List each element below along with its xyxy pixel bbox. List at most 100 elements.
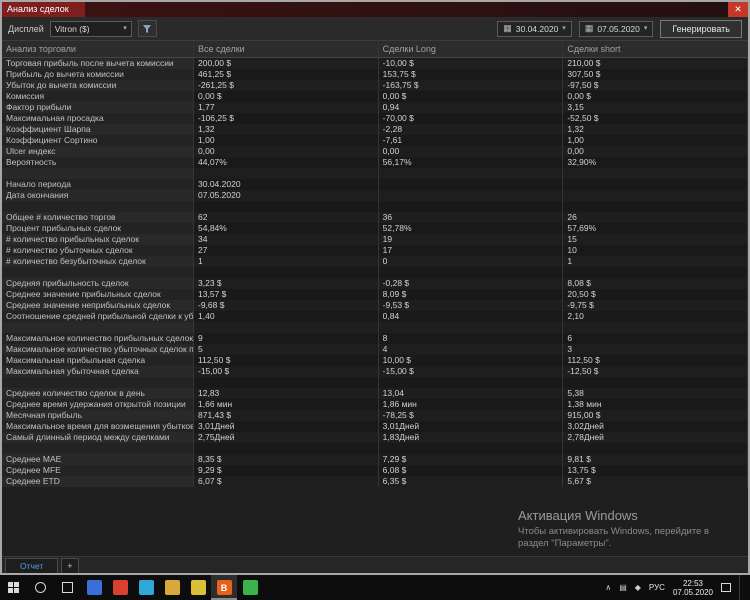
column-header-long[interactable]: Сделки Long [379, 41, 564, 57]
row-label: Среднее ETD [2, 476, 194, 487]
table-row[interactable]: Среднее ETD6,07 $6,35 $5,67 $ [2, 476, 748, 487]
search-button[interactable] [27, 575, 54, 600]
taskbar-app-store[interactable] [133, 575, 159, 600]
table-row[interactable] [2, 201, 748, 212]
row-value: 0,00 [379, 146, 564, 157]
row-value: 1,00 [563, 135, 748, 146]
table-row[interactable]: Месячная прибыль871,43 $-78,25 $915,00 $ [2, 410, 748, 421]
hidden-icons-chevron[interactable]: ∧ [605, 584, 611, 592]
table-row[interactable]: Соотношение средней прибыльной сделки к … [2, 311, 748, 322]
task-view-button[interactable] [54, 575, 81, 600]
table-row[interactable]: # количество прибыльных сделок341915 [2, 234, 748, 245]
row-value: 0 [379, 256, 564, 267]
row-value: 32,90% [563, 157, 748, 168]
close-button[interactable]: ✕ [728, 2, 748, 17]
table-row[interactable]: Максимальное количество прибыльных сдело… [2, 333, 748, 344]
row-value: 36 [379, 212, 564, 223]
table-row[interactable]: Коэффициент Сортино1,00-7,611,00 [2, 135, 748, 146]
action-center-button[interactable] [721, 583, 731, 592]
table-row[interactable]: Среднее время удержания открытой позиции… [2, 399, 748, 410]
show-desktop-button[interactable] [739, 575, 745, 600]
volume-icon[interactable]: ◆ [635, 584, 641, 592]
date-to-picker[interactable]: ▦ 07.05.2020 ▾ [579, 21, 654, 37]
table-row[interactable] [2, 168, 748, 179]
table-row[interactable]: Комиссия0,00 $0,00 $0,00 $ [2, 91, 748, 102]
taskbar-app-browser-red[interactable] [107, 575, 133, 600]
table-row[interactable]: Торговая прибыль после вычета комиссии20… [2, 58, 748, 69]
language-indicator[interactable]: РУС [649, 583, 665, 592]
row-value: -9,53 $ [379, 300, 564, 311]
table-row[interactable] [2, 443, 748, 454]
start-button[interactable] [0, 575, 27, 600]
table-row[interactable] [2, 377, 748, 388]
table-row[interactable]: # количество безубыточных сделок101 [2, 256, 748, 267]
filter-button[interactable] [138, 20, 157, 37]
row-value: 52,78% [379, 223, 564, 234]
table-row[interactable]: Убыток до вычета комиссии-261,25 $-163,7… [2, 80, 748, 91]
row-value: 20,50 $ [563, 289, 748, 300]
table-row[interactable]: Самый длинный период между сделками2,75Д… [2, 432, 748, 443]
network-icon[interactable]: ▤ [619, 584, 627, 592]
table-row[interactable]: Максимальная просадка-106,25 $-70,00 $-5… [2, 113, 748, 124]
table-row[interactable]: Процент прибыльных сделок54,84%52,78%57,… [2, 223, 748, 234]
table-row[interactable]: Среднее MFE9,29 $6,08 $13,75 $ [2, 465, 748, 476]
window-title: Анализ сделок [2, 2, 85, 17]
taskbar: В ∧ ▤ ◆ РУС 22:53 07.05.2020 [0, 575, 750, 600]
row-value: 3,02Дней [563, 421, 748, 432]
system-tray: ∧ ▤ ◆ РУС 22:53 07.05.2020 [605, 575, 750, 600]
row-label: Максимальное время для возмещения убытко… [2, 421, 194, 432]
taskbar-app-trading-app[interactable]: В [211, 575, 237, 600]
row-value: -9,75 $ [563, 300, 748, 311]
taskbar-apps: В [81, 575, 263, 600]
table-row[interactable]: Средняя прибыльность сделок3,23 $-0,28 $… [2, 278, 748, 289]
row-value: 7,29 $ [379, 454, 564, 465]
table-row[interactable]: Вероятность44,07%56,17%32,90% [2, 157, 748, 168]
row-value: 34 [194, 234, 379, 245]
taskbar-app-mail[interactable] [81, 575, 107, 600]
table-row[interactable]: Среднее количество сделок в день12,8313,… [2, 388, 748, 399]
table-row[interactable]: # количество убыточных сделок271710 [2, 245, 748, 256]
row-value: 3,01Дней [194, 421, 379, 432]
table-row[interactable]: Ulcer индекс0,000,000,00 [2, 146, 748, 157]
row-value: 1,38 мин [563, 399, 748, 410]
table-row[interactable]: Максимальная прибыльная сделка112,50 $10… [2, 355, 748, 366]
row-value [379, 322, 564, 333]
title-bar-spacer [85, 2, 728, 17]
tab-report[interactable]: Отчет [5, 558, 58, 573]
column-header-short[interactable]: Сделки short [563, 41, 748, 57]
row-label [2, 443, 194, 454]
taskbar-app-green-app[interactable] [237, 575, 263, 600]
date-from-picker[interactable]: ▦ 30.04.2020 ▾ [497, 21, 572, 37]
table-row[interactable]: Максимальное время для возмещения убытко… [2, 421, 748, 432]
table-row[interactable]: Фактор прибыли1,770,943,15 [2, 102, 748, 113]
table-row[interactable]: Коэффициент Шарпа1,32-2,281,32 [2, 124, 748, 135]
column-header-analysis[interactable]: Анализ торговли [2, 41, 194, 57]
column-header-all[interactable]: Все сделки [194, 41, 379, 57]
table-row[interactable]: Максимальная убыточная сделка-15,00 $-15… [2, 366, 748, 377]
taskbar-app-folder[interactable] [159, 575, 185, 600]
taskbar-app-files[interactable] [185, 575, 211, 600]
table-row[interactable]: Среднее MAE8,35 $7,29 $9,81 $ [2, 454, 748, 465]
row-value [194, 201, 379, 212]
table-row[interactable] [2, 322, 748, 333]
row-label: # количество безубыточных сделок [2, 256, 194, 267]
table-row[interactable]: Максимальное количество убыточных сделок… [2, 344, 748, 355]
table-row[interactable]: Дата окончания07.05.2020 [2, 190, 748, 201]
table-row[interactable]: Среднее значение неприбыльных сделок-9,6… [2, 300, 748, 311]
taskbar-clock[interactable]: 22:53 07.05.2020 [673, 579, 713, 597]
table-row[interactable]: Общее # количество торгов623626 [2, 212, 748, 223]
row-value: -106,25 $ [194, 113, 379, 124]
row-label: Убыток до вычета комиссии [2, 80, 194, 91]
row-value: 871,43 $ [194, 410, 379, 421]
table-row[interactable]: Среднее значение прибыльных сделок13,57 … [2, 289, 748, 300]
row-value: -7,61 [379, 135, 564, 146]
table-row[interactable]: Начало периода30.04.2020 [2, 179, 748, 190]
date-from-value: 30.04.2020 [516, 24, 559, 34]
display-select[interactable]: Vitron ($) ▾ [50, 21, 132, 37]
table-row[interactable]: Прибыль до вычета комиссии461,25 $153,75… [2, 69, 748, 80]
generate-button[interactable]: Генерировать [660, 20, 742, 38]
add-tab-button[interactable]: + [61, 558, 78, 573]
table-row[interactable] [2, 267, 748, 278]
row-value [563, 322, 748, 333]
row-label: Процент прибыльных сделок [2, 223, 194, 234]
